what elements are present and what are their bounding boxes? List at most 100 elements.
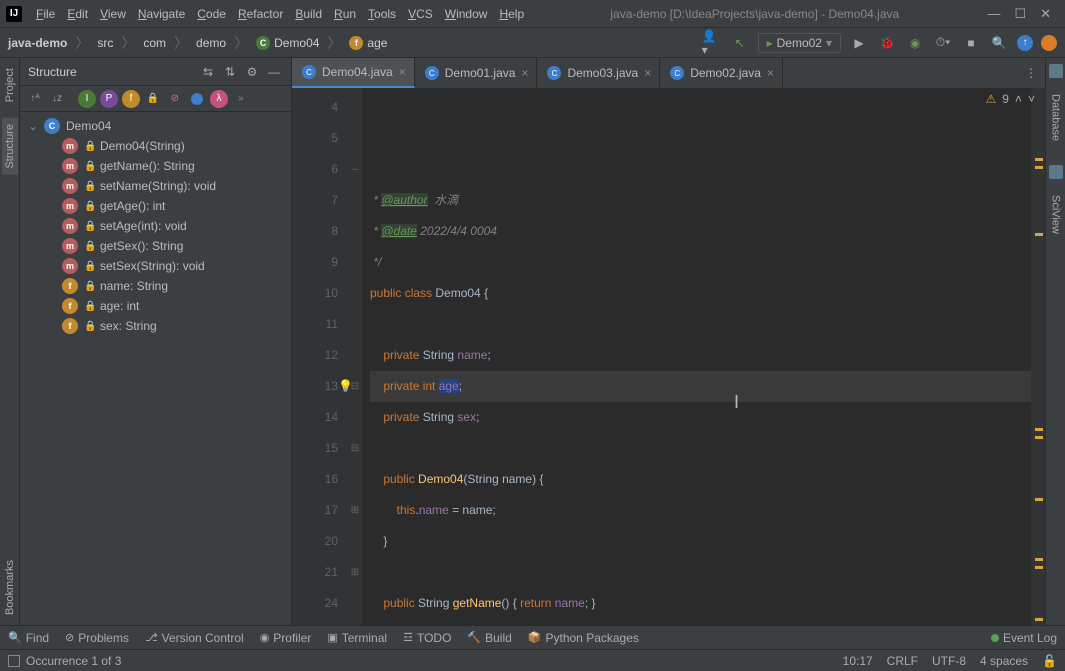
code-editor[interactable]: ⚠ 9 ˄ ˅ 456789101112131415161720212425 –… xyxy=(292,88,1045,625)
menu-window[interactable]: Window xyxy=(439,7,494,21)
terminal-tool-button[interactable]: ▣ Terminal xyxy=(327,631,387,645)
encoding-indicator[interactable]: UTF-8 xyxy=(932,654,966,668)
structure-member[interactable]: m🔒setName(String): void xyxy=(20,176,291,196)
scroll-from-icon[interactable] xyxy=(188,90,206,108)
error-stripe[interactable] xyxy=(1031,88,1045,625)
prev-highlight-icon[interactable]: ˄ xyxy=(1015,92,1022,106)
find-tool-button[interactable]: 🔍 Find xyxy=(8,631,49,645)
code-line[interactable]: */ xyxy=(370,247,1031,278)
run-configuration-select[interactable]: ▸ Demo02 ▾ xyxy=(758,33,841,53)
breadcrumb-item[interactable]: java-demo xyxy=(8,36,67,50)
fold-marker[interactable]: ⊞ xyxy=(348,619,362,625)
structure-tree[interactable]: ⌄ C Demo04 m🔒Demo04(String)m🔒getName(): … xyxy=(20,112,291,625)
line-gutter[interactable]: 456789101112131415161720212425 xyxy=(292,88,348,625)
code-line[interactable]: 💡 private int age; xyxy=(370,371,1031,402)
structure-member[interactable]: m🔒getName(): String xyxy=(20,156,291,176)
menu-edit[interactable]: Edit xyxy=(61,7,94,21)
close-tab-icon[interactable]: × xyxy=(644,66,651,80)
fold-marker[interactable] xyxy=(348,185,362,216)
problems-tool-button[interactable]: ⊘ Problems xyxy=(65,631,129,645)
autoscroll-icon[interactable]: ⊘ xyxy=(166,90,184,108)
sciview-icon[interactable] xyxy=(1049,165,1063,179)
breadcrumb[interactable]: java-demo〉src〉com〉demo〉CDemo04〉fage xyxy=(8,33,387,53)
code-line[interactable]: this.name = name; xyxy=(370,495,1031,526)
breadcrumb-item[interactable]: com xyxy=(143,36,166,50)
profile-icon[interactable]: ⏱▾ xyxy=(933,33,953,53)
menu-refactor[interactable]: Refactor xyxy=(232,7,289,21)
fold-marker[interactable] xyxy=(348,309,362,340)
hide-icon[interactable]: — xyxy=(265,63,283,81)
fold-marker[interactable] xyxy=(348,216,362,247)
editor-tab[interactable]: CDemo02.java× xyxy=(660,58,783,88)
code-line[interactable]: public class Demo04 { xyxy=(370,278,1031,309)
menu-help[interactable]: Help xyxy=(493,7,530,21)
structure-member[interactable]: m🔒setAge(int): void xyxy=(20,216,291,236)
line-column-indicator[interactable]: 10:17 xyxy=(843,654,873,668)
python-packages-tool-button[interactable]: 📦 Python Packages xyxy=(528,631,639,645)
menu-view[interactable]: View xyxy=(94,7,132,21)
editor-tab[interactable]: CDemo04.java× xyxy=(292,58,415,88)
code-line[interactable]: public String getName() { return name; } xyxy=(370,588,1031,619)
collapse-icon[interactable]: ⇅ xyxy=(221,63,239,81)
menu-navigate[interactable]: Navigate xyxy=(132,7,191,21)
structure-member[interactable]: m🔒Demo04(String) xyxy=(20,136,291,156)
event-log-button[interactable]: Event Log xyxy=(991,631,1057,645)
search-icon[interactable]: 🔍 xyxy=(989,33,1009,53)
code-line[interactable]: } xyxy=(370,526,1031,557)
breadcrumb-item[interactable]: src xyxy=(97,36,113,50)
sort-icon[interactable]: ↑ᴬ xyxy=(26,90,44,108)
gear-icon[interactable]: ⚙ xyxy=(243,63,261,81)
fold-marker[interactable] xyxy=(348,278,362,309)
code-line[interactable] xyxy=(370,433,1031,464)
maximize-icon[interactable]: ☐ xyxy=(1014,6,1026,22)
readonly-icon[interactable]: 🔓 xyxy=(1042,654,1057,668)
fold-marker[interactable]: ⊟ xyxy=(348,433,362,464)
chevron-down-icon[interactable]: ⌄ xyxy=(28,119,38,133)
code-line[interactable] xyxy=(370,557,1031,588)
intention-bulb-icon[interactable]: 💡 xyxy=(338,371,353,402)
inspection-widget[interactable]: ⚠ 9 ˄ ˅ xyxy=(986,92,1035,106)
fold-marker[interactable] xyxy=(348,340,362,371)
fold-marker[interactable] xyxy=(348,123,362,154)
show-nonpublic-icon[interactable]: 🔒 xyxy=(144,90,162,108)
fold-marker[interactable] xyxy=(348,247,362,278)
ide-status-icon[interactable] xyxy=(1041,35,1057,51)
tree-root[interactable]: ⌄ C Demo04 xyxy=(20,116,291,136)
menu-code[interactable]: Code xyxy=(191,7,232,21)
close-tab-icon[interactable]: × xyxy=(521,66,528,80)
editor-tab[interactable]: CDemo01.java× xyxy=(415,58,538,88)
tool-windows-icon[interactable] xyxy=(8,655,20,667)
close-icon[interactable]: ✕ xyxy=(1040,6,1051,22)
code-line[interactable]: public Demo04(String name) { xyxy=(370,464,1031,495)
database-icon[interactable] xyxy=(1049,64,1063,78)
show-fields-icon[interactable]: f xyxy=(122,90,140,108)
breadcrumb-item[interactable]: Demo04 xyxy=(274,36,319,50)
build-tool-button[interactable]: 🔨 Build xyxy=(467,631,511,645)
debug-icon[interactable]: 🐞 xyxy=(877,33,897,53)
structure-member[interactable]: m🔒setSex(String): void xyxy=(20,256,291,276)
breadcrumb-item[interactable]: age xyxy=(367,36,387,50)
more-toolbar-icon[interactable]: » xyxy=(232,90,250,108)
tab-menu-icon[interactable]: ⋮ xyxy=(1017,66,1045,80)
show-inherited-icon[interactable]: I xyxy=(78,90,96,108)
vcs-tool-button[interactable]: ⎇ Version Control xyxy=(145,631,244,645)
menu-run[interactable]: Run xyxy=(328,7,362,21)
stop-icon[interactable]: ■ xyxy=(961,33,981,53)
menu-vcs[interactable]: VCS xyxy=(402,7,439,21)
menu-tools[interactable]: Tools xyxy=(362,7,402,21)
fold-marker[interactable] xyxy=(348,588,362,619)
code-line[interactable]: * @date 2022/4/4 0004 xyxy=(370,216,1031,247)
code-line[interactable] xyxy=(370,309,1031,340)
menu-build[interactable]: Build xyxy=(289,7,328,21)
fold-marker[interactable]: ⊞ xyxy=(348,557,362,588)
next-highlight-icon[interactable]: ˅ xyxy=(1028,92,1035,106)
todo-tool-button[interactable]: ☲ TODO xyxy=(403,631,451,645)
sort-visibility-icon[interactable]: ↓ᴢ xyxy=(48,90,66,108)
code-line[interactable]: * @author 水滴 xyxy=(370,185,1031,216)
fold-marker[interactable] xyxy=(348,526,362,557)
back-arrow-icon[interactable]: ↖ xyxy=(730,33,750,53)
database-tool-tab[interactable]: Database xyxy=(1048,88,1064,147)
code-line[interactable]: private String name; xyxy=(370,340,1031,371)
indent-indicator[interactable]: 4 spaces xyxy=(980,654,1028,668)
minimize-icon[interactable]: — xyxy=(987,6,1000,22)
